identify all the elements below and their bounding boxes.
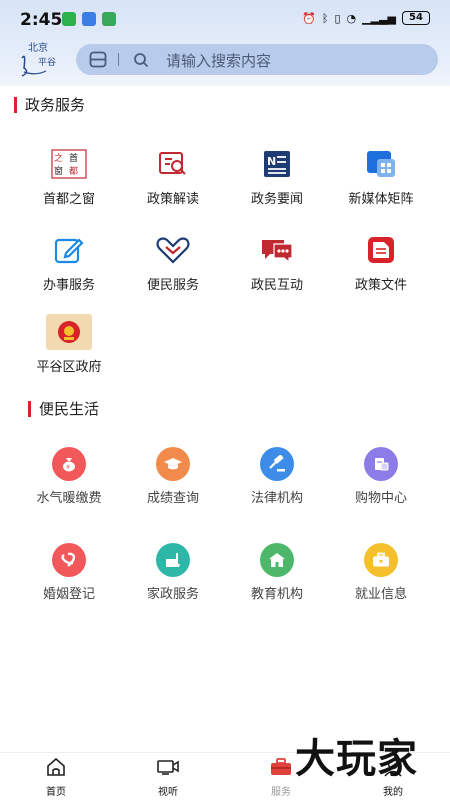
school-icon xyxy=(260,543,294,577)
emblem-icon xyxy=(46,314,92,350)
section-accent-bar xyxy=(28,400,31,417)
housekeeping-icon xyxy=(156,543,190,577)
life-item-label: 水气暖缴费 xyxy=(36,491,102,506)
gov-item-pinggu-gov[interactable]: 平谷区政府 xyxy=(17,314,121,375)
news-icon: N xyxy=(259,146,295,182)
gov-item-policy-read[interactable]: 政策解读 xyxy=(121,146,225,207)
section-title-text: 政务服务 xyxy=(25,96,86,114)
gov-item-label: 政民互动 xyxy=(250,278,303,293)
section-title-text: 便民生活 xyxy=(39,400,100,418)
gov-item-label: 政策解读 xyxy=(146,192,199,207)
tab-video[interactable]: 视听 xyxy=(138,757,198,798)
gov-item-policy-file[interactable]: 政策文件 xyxy=(329,232,433,293)
notification-app-icon xyxy=(82,12,96,26)
svg-text:¥: ¥ xyxy=(66,464,70,471)
gov-item-media-matrix[interactable]: 新媒体矩阵 xyxy=(329,146,433,207)
gov-item-label: 政务要闻 xyxy=(250,192,303,207)
handshake-icon xyxy=(155,232,191,268)
gov-item-label: 新媒体矩阵 xyxy=(348,192,414,207)
search-input[interactable]: 请输入搜索内容 xyxy=(166,50,271,71)
policy-read-icon xyxy=(155,146,191,182)
home-icon xyxy=(47,757,65,776)
life-item-legal[interactable]: 法律机构 xyxy=(225,447,329,506)
tab-label: 服务 xyxy=(271,787,291,798)
life-item-label: 家政服务 xyxy=(146,587,199,602)
svg-text:窗: 窗 xyxy=(54,165,63,177)
life-item-utilities[interactable]: ¥ 水气暖缴费 xyxy=(17,447,121,506)
gov-item-news[interactable]: N 政务要闻 xyxy=(225,146,329,207)
tab-label: 我的 xyxy=(383,787,403,798)
gov-item-label: 首都之窗 xyxy=(42,192,95,207)
gov-item-interaction[interactable]: 政民互动 xyxy=(225,232,329,293)
section-title-life: 便民生活 xyxy=(14,398,99,419)
gov-item-affairs[interactable]: 办事服务 xyxy=(17,232,121,293)
app-notify-icon xyxy=(102,12,116,26)
svg-text:N: N xyxy=(267,155,276,168)
search-icon xyxy=(134,53,149,68)
edit-icon xyxy=(51,232,87,268)
capital-window-icon: 之 首 窗 都 xyxy=(51,146,87,182)
gov-item-label: 便民服务 xyxy=(146,278,199,293)
life-item-label: 就业信息 xyxy=(354,587,407,602)
section-title-gov: 政务服务 xyxy=(14,94,85,115)
gov-item-convenience[interactable]: 便民服务 xyxy=(121,232,225,293)
life-item-jobs[interactable]: 就业信息 xyxy=(329,543,433,602)
gov-item-capital-window[interactable]: 之 首 窗 都 首都之窗 xyxy=(17,146,121,207)
money-bag-icon: ¥ xyxy=(52,447,86,481)
beijing-pinggu-logo: 北京 平谷 xyxy=(21,41,56,77)
briefcase-icon xyxy=(364,543,398,577)
life-item-education[interactable]: 教育机构 xyxy=(225,543,329,602)
marriage-icon xyxy=(52,543,86,577)
watermark: 大玩家 xyxy=(295,736,418,782)
shopping-icon xyxy=(364,447,398,481)
life-item-scores[interactable]: 成绩查询 xyxy=(121,447,225,506)
vibrate-icon: ▯ xyxy=(334,11,341,25)
graduation-cap-icon xyxy=(156,447,190,481)
svg-text:平谷: 平谷 xyxy=(38,57,56,68)
tab-home[interactable]: 首页 xyxy=(26,757,86,798)
media-matrix-icon xyxy=(363,146,399,182)
gavel-icon xyxy=(260,447,294,481)
gov-item-label: 办事服务 xyxy=(42,278,95,293)
status-icons: ⏰ ᛒ ▯ ◔ ▁▂▃▅ 54 xyxy=(302,11,430,25)
life-item-label: 购物中心 xyxy=(354,491,407,506)
life-item-label: 教育机构 xyxy=(250,587,303,602)
status-time: 2:45 xyxy=(20,10,63,30)
life-item-label: 成绩查询 xyxy=(146,491,199,506)
wechat-icon xyxy=(62,12,76,26)
svg-text:之: 之 xyxy=(54,152,63,164)
svg-text:北京: 北京 xyxy=(28,41,48,54)
scan-icon[interactable] xyxy=(89,51,107,68)
search-bar[interactable]: 请输入搜索内容 xyxy=(76,44,438,75)
section-accent-bar xyxy=(14,96,17,113)
header: 2:45 ⏰ ᛒ ▯ ◔ ▁▂▃▅ 54 北京 平谷 请输入搜索内容 xyxy=(0,0,450,86)
status-bar: 2:45 ⏰ ᛒ ▯ ◔ ▁▂▃▅ 54 xyxy=(0,0,450,38)
gov-item-label: 政策文件 xyxy=(354,278,407,293)
alarm-icon: ⏰ xyxy=(302,11,316,25)
chat-icon xyxy=(259,232,295,268)
signal-icon: ▁▂▃▅ xyxy=(362,11,396,25)
life-item-label: 法律机构 xyxy=(250,491,303,506)
video-icon xyxy=(157,760,179,775)
life-item-shopping[interactable]: 购物中心 xyxy=(329,447,433,506)
life-item-marriage[interactable]: 婚姻登记 xyxy=(17,543,121,602)
wifi-icon: ◔ xyxy=(346,11,357,25)
svg-text:首: 首 xyxy=(69,152,78,164)
document-icon xyxy=(363,232,399,268)
svg-text:都: 都 xyxy=(69,166,78,177)
bluetooth-icon: ᛒ xyxy=(321,11,329,25)
toolbox-icon xyxy=(271,758,291,775)
tab-label: 视听 xyxy=(158,787,178,798)
search-divider xyxy=(118,53,119,66)
life-item-housekeeping[interactable]: 家政服务 xyxy=(121,543,225,602)
tab-label: 首页 xyxy=(46,787,66,798)
battery-icon: 54 xyxy=(402,11,430,25)
life-item-label: 婚姻登记 xyxy=(42,587,95,602)
gov-item-label: 平谷区政府 xyxy=(36,360,102,375)
